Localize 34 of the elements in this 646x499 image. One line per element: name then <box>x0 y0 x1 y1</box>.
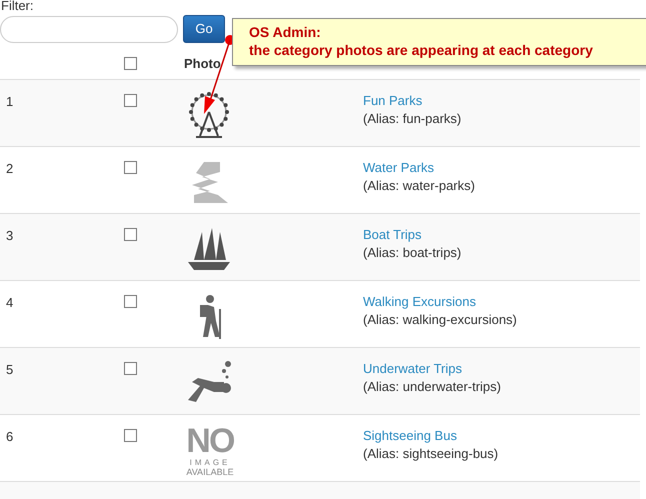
category-alias: (Alias: water-parks) <box>363 177 475 195</box>
category-link[interactable]: Fun Parks <box>363 92 462 110</box>
callout-text: the category photos are appearing at each category <box>249 41 594 59</box>
checkbox[interactable] <box>124 429 137 442</box>
row-number: 1 <box>6 94 14 109</box>
row-number: 4 <box>6 295 14 310</box>
checkbox[interactable] <box>124 228 137 241</box>
category-alias: (Alias: fun-parks) <box>363 110 462 128</box>
category-link[interactable]: Boat Trips <box>363 226 462 244</box>
category-alias: (Alias: boat-trips) <box>363 244 462 262</box>
category-link[interactable]: Sightseeing Bus <box>363 427 498 445</box>
category-alias: (Alias: underwater-trips) <box>363 378 501 396</box>
no-image-text: NO <box>186 425 234 457</box>
category-alias: (Alias: walking-excursions) <box>363 311 517 329</box>
checkbox[interactable] <box>124 362 137 375</box>
checkbox[interactable] <box>124 94 137 107</box>
category-alias: (Alias: sightseeing-bus) <box>363 445 498 463</box>
filter-label: Filter: <box>1 0 34 13</box>
column-header: Photo <box>184 56 221 71</box>
checkbox[interactable] <box>124 57 137 70</box>
checkbox[interactable] <box>124 295 137 308</box>
category-link[interactable]: Walking Excursions <box>363 293 517 311</box>
callout-title: OS Admin: <box>249 23 322 41</box>
filter-field[interactable] <box>0 16 178 42</box>
go-button[interactable]: Go <box>183 15 225 43</box>
no-image-text: AVAILABLE <box>186 468 234 477</box>
row-number: 6 <box>6 429 14 444</box>
row-number: 2 <box>6 161 14 176</box>
row-number: 5 <box>6 362 14 377</box>
no-image-text: IMAGE <box>190 459 230 467</box>
checkbox[interactable] <box>124 161 137 174</box>
category-link[interactable]: Water Parks <box>363 159 475 177</box>
category-link[interactable]: Underwater Trips <box>363 360 501 378</box>
row-number: 3 <box>6 228 14 243</box>
